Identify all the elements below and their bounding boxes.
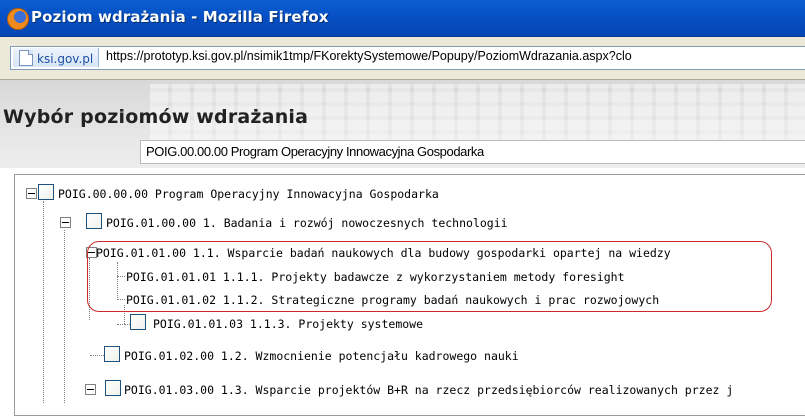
page-title: Wybór poziomów wdrażania bbox=[3, 106, 309, 128]
tree-node-label[interactable]: POIG.01.02.00 1.2. Wzmocnienie potencjał… bbox=[124, 349, 519, 363]
collapse-toggle-icon[interactable] bbox=[85, 384, 96, 395]
site-identity-button[interactable]: ksi.gov.pl bbox=[13, 48, 100, 67]
page-icon bbox=[19, 50, 33, 66]
node-checkbox[interactable] bbox=[38, 184, 54, 200]
tree-node-label[interactable]: POIG.01.03.00 1.3. Wsparcie projektów B+… bbox=[124, 383, 733, 397]
collapse-toggle-icon[interactable] bbox=[26, 188, 37, 199]
selected-level-value: POIG.00.00.00 Program Operacyjny Innowac… bbox=[146, 144, 484, 159]
collapse-toggle-icon[interactable] bbox=[60, 217, 71, 228]
url-text[interactable]: https://prototyp.ksi.gov.pl/nsimik1tmp/F… bbox=[106, 49, 632, 63]
node-checkbox[interactable] bbox=[104, 346, 120, 362]
firefox-icon bbox=[7, 8, 29, 30]
address-bar[interactable]: ksi.gov.pl https://prototyp.ksi.gov.pl/n… bbox=[10, 46, 805, 70]
window-titlebar: Poziom wdrażania - Mozilla Firefox bbox=[0, 0, 805, 37]
node-checkbox[interactable] bbox=[105, 380, 121, 396]
tree-connector bbox=[90, 355, 104, 356]
selected-level-field[interactable]: POIG.00.00.00 Program Operacyjny Innowac… bbox=[140, 140, 805, 164]
highlight-annotation bbox=[87, 241, 772, 312]
tree-node-label[interactable]: POIG.01.00.00 1. Badania i rozwój nowocz… bbox=[106, 216, 508, 230]
tree-node-label[interactable]: POIG.01.01.03 1.1.3. Projekty systemowe bbox=[153, 317, 423, 331]
node-checkbox[interactable] bbox=[130, 314, 146, 330]
node-checkbox[interactable] bbox=[86, 213, 102, 229]
window-title: Poziom wdrażania - Mozilla Firefox bbox=[31, 8, 329, 26]
tree-node-label[interactable]: POIG.00.00.00 Program Operacyjny Innowac… bbox=[58, 187, 439, 201]
header-band: Wybór poziomów wdrażania POIG.00.00.00 P… bbox=[0, 80, 805, 168]
tree-connector bbox=[64, 230, 65, 403]
site-identity-label: ksi.gov.pl bbox=[37, 52, 94, 66]
address-bar-area: ksi.gov.pl https://prototyp.ksi.gov.pl/n… bbox=[0, 37, 805, 80]
tree-connector bbox=[43, 201, 44, 403]
